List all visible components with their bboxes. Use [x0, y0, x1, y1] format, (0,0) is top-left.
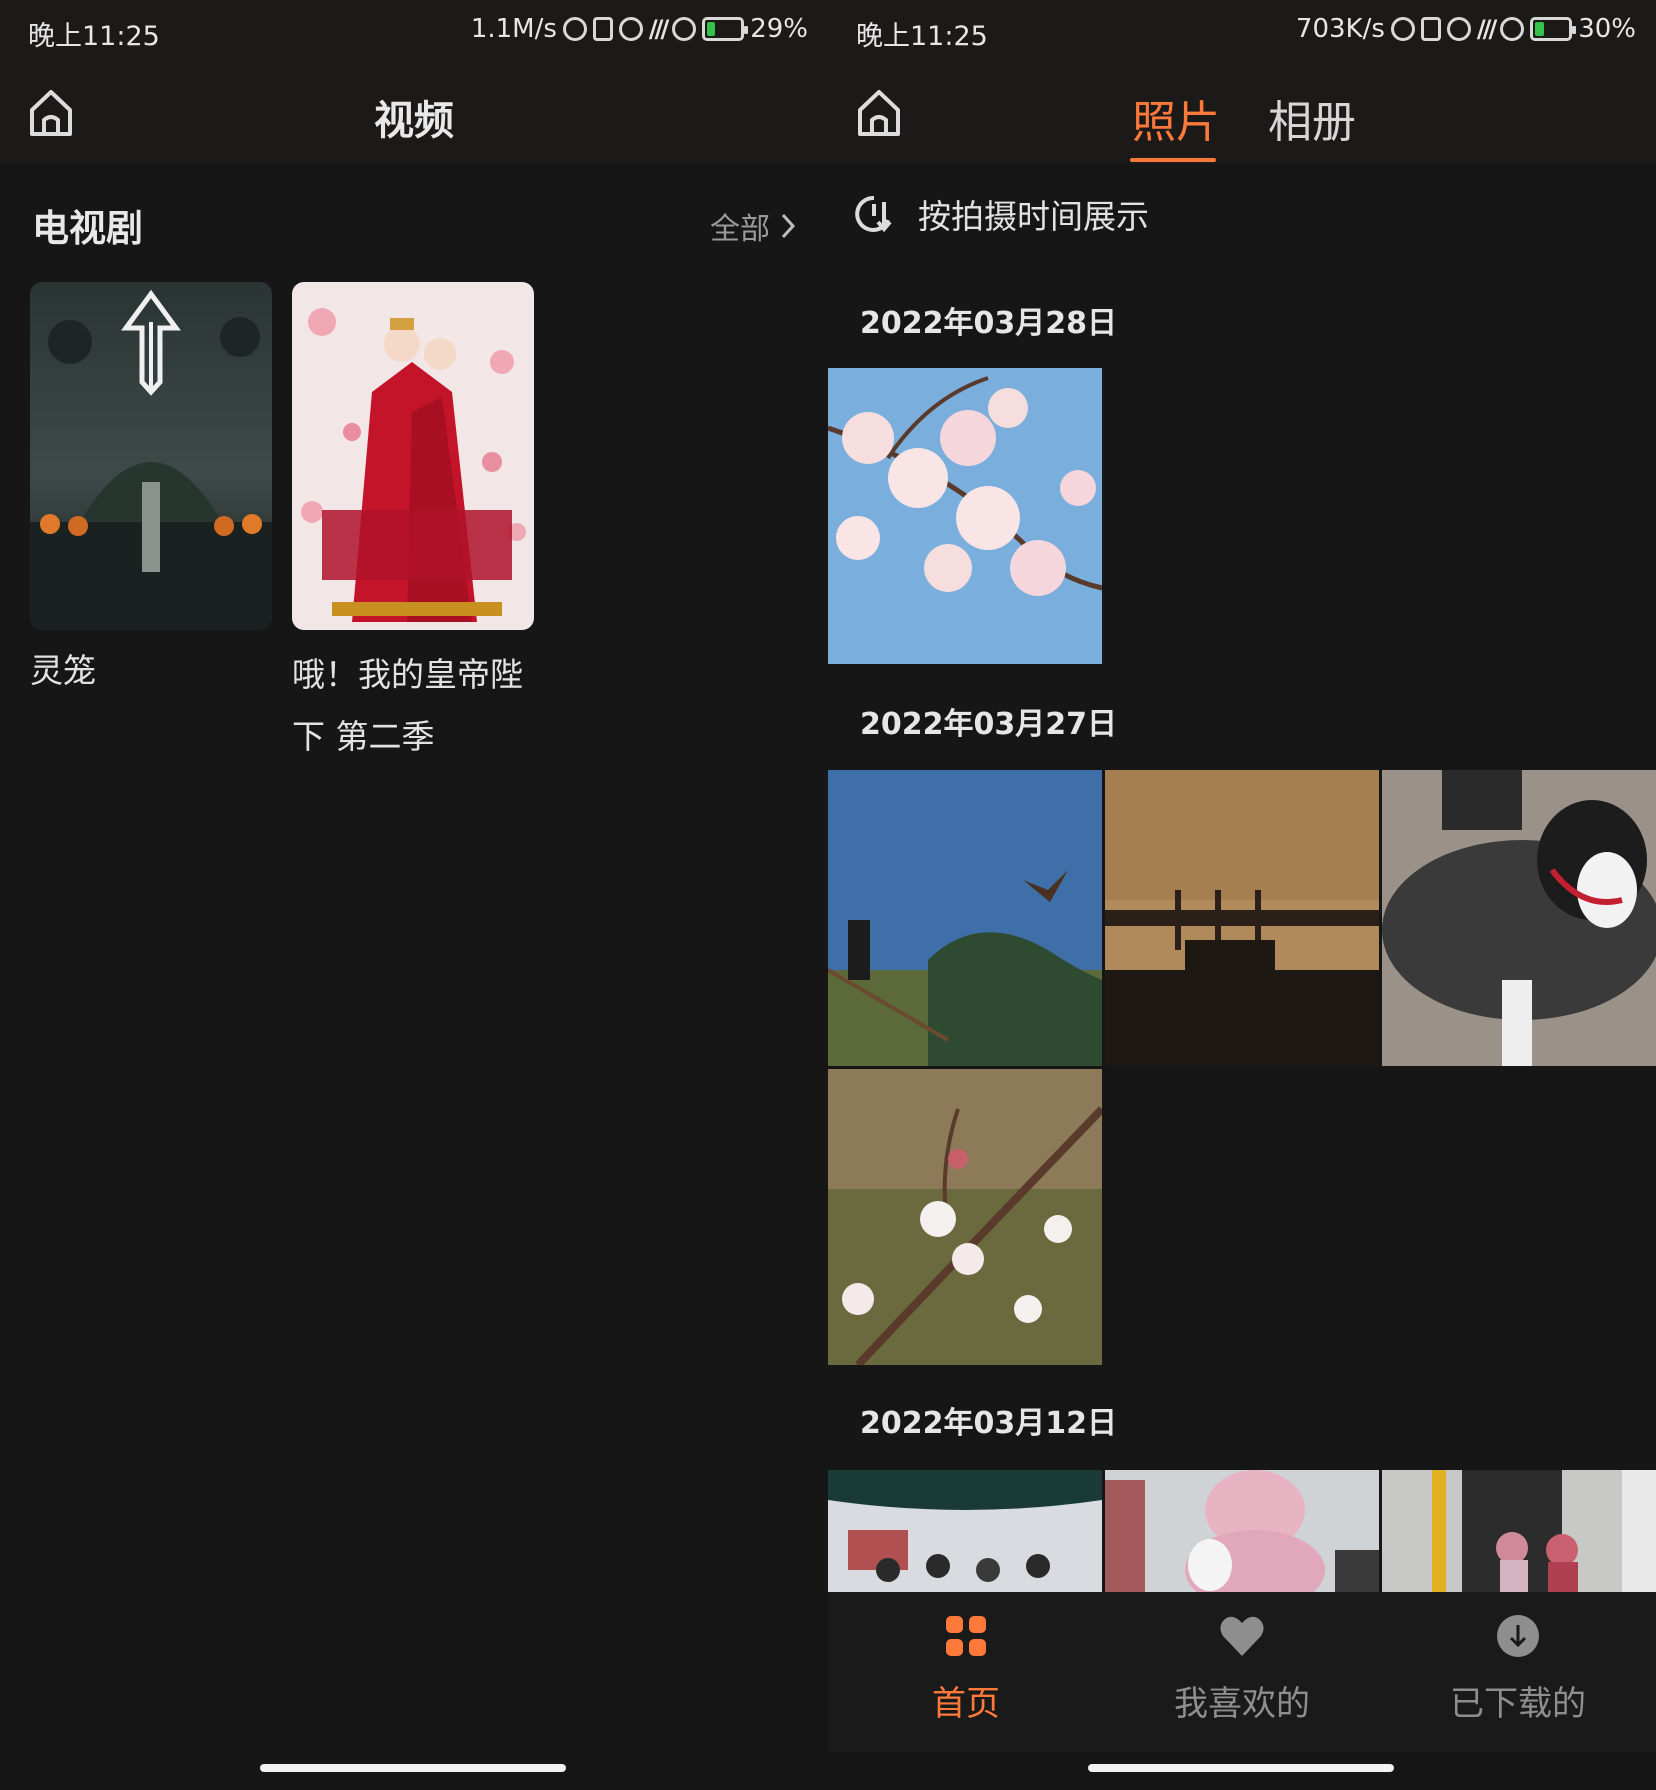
tab-indicator	[1130, 158, 1216, 162]
photo-thumbnail[interactable]	[828, 1470, 1102, 1592]
nav-favorites-label: 我喜欢的	[1174, 1684, 1310, 1724]
sort-time-icon	[855, 195, 892, 233]
sort-label: 按拍摄时间展示	[918, 197, 1149, 236]
app-header: 照片 相册	[828, 64, 1656, 164]
vibrate-icon	[592, 17, 613, 41]
wifi-icon	[672, 17, 697, 41]
heart-icon	[1220, 1616, 1264, 1656]
battery-percent: 30%	[1578, 14, 1636, 44]
see-all-link[interactable]: 全部	[710, 204, 796, 248]
battery-percent: 29%	[750, 14, 808, 44]
page-title: 视频	[374, 98, 454, 144]
photo-screen: 晚上11:25 703K/s /// 30% 照片 相册 按拍摄时间展示 202…	[828, 0, 1656, 1790]
card-title-my-emperor[interactable]: 哦！我的皇帝陛下 第二季	[292, 644, 534, 768]
photo-thumbnail[interactable]	[1382, 1470, 1656, 1592]
signal-icon: ///	[648, 15, 669, 43]
section-title: 电视剧	[32, 207, 143, 250]
sort-toggle[interactable]: 按拍摄时间展示	[854, 190, 1149, 238]
chevron-right-icon	[781, 213, 796, 239]
photo-thumbnail[interactable]	[1105, 770, 1379, 1066]
photo-thumbnail[interactable]	[1382, 770, 1656, 1066]
grid-icon	[946, 1616, 986, 1656]
status-bar: 晚上11:25 1.1M/s /// 29%	[0, 0, 828, 64]
network-speed: 703K/s	[1295, 14, 1385, 44]
video-screen: 晚上11:25 1.1M/s /// 29% 视频 电视剧 全部 灵笼 哦！我的…	[0, 0, 828, 1790]
app-header: 视频	[0, 64, 828, 164]
home-icon[interactable]	[856, 88, 902, 138]
alarm-icon	[618, 17, 643, 41]
date-header: 2022年03月28日	[860, 306, 1117, 341]
see-all-label: 全部	[710, 212, 770, 247]
photo-image	[1105, 770, 1379, 1066]
photo-thumbnail[interactable]	[828, 1069, 1102, 1365]
home-indicator[interactable]	[260, 1764, 566, 1772]
alarm-icon	[1446, 17, 1471, 41]
photo-image	[1105, 1470, 1379, 1592]
status-time: 晚上11:25	[856, 21, 988, 52]
status-icons: 1.1M/s /// 29%	[471, 14, 808, 44]
date-header: 2022年03月12日	[860, 1406, 1117, 1441]
tab-photos[interactable]: 照片	[1132, 86, 1220, 150]
bottom-nav: 首页 我喜欢的 已下载的	[828, 1592, 1656, 1752]
poster-image	[292, 282, 534, 630]
tab-albums[interactable]: 相册	[1268, 86, 1356, 150]
battery-icon	[702, 17, 749, 41]
photo-image	[828, 1470, 1102, 1592]
status-time: 晚上11:25	[28, 21, 160, 52]
bluetooth-icon	[1390, 17, 1415, 41]
battery-fill	[1535, 22, 1545, 36]
photo-image	[1382, 770, 1656, 1066]
status-icons: 703K/s /// 30%	[1296, 14, 1636, 44]
nav-downloaded[interactable]: 已下载的	[1380, 1614, 1656, 1725]
date-header: 2022年03月27日	[860, 707, 1117, 742]
nav-home-label: 首页	[932, 1684, 1000, 1724]
nav-favorites[interactable]: 我喜欢的	[1104, 1614, 1380, 1725]
poster-my-emperor[interactable]	[292, 282, 534, 630]
nav-downloaded-label: 已下载的	[1450, 1684, 1586, 1724]
home-indicator[interactable]	[1088, 1764, 1394, 1772]
photo-image	[828, 770, 1102, 1066]
photo-thumbnail[interactable]	[828, 770, 1102, 1066]
nav-home[interactable]: 首页	[828, 1614, 1104, 1725]
status-bar: 晚上11:25 703K/s /// 30%	[828, 0, 1656, 64]
photo-image	[828, 368, 1102, 664]
network-speed: 1.1M/s	[470, 14, 557, 44]
photo-image	[828, 1069, 1102, 1365]
photo-thumbnail[interactable]	[828, 368, 1102, 664]
download-icon	[1497, 1615, 1539, 1657]
poster-ling-long[interactable]	[30, 282, 272, 630]
battery-icon	[1530, 17, 1577, 41]
photo-thumbnail[interactable]	[1105, 1470, 1379, 1592]
card-title-ling-long[interactable]: 灵笼	[30, 640, 272, 702]
battery-fill	[707, 22, 716, 36]
signal-icon: ///	[1476, 15, 1497, 43]
wifi-icon	[1500, 17, 1525, 41]
vibrate-icon	[1420, 17, 1441, 41]
poster-image	[30, 282, 272, 630]
photo-image	[1382, 1470, 1656, 1592]
bluetooth-icon	[562, 17, 587, 41]
